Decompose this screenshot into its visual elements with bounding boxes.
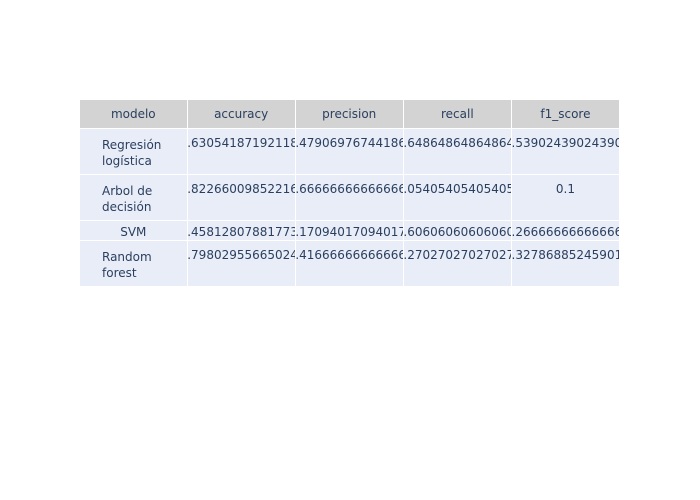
cell-accuracy: 0.7980295566502463 — [187, 240, 296, 287]
column-header-f1-score: f1_score — [511, 100, 620, 129]
cell-value: 0.054054054054054 — [403, 181, 510, 196]
results-table: modelo accuracy precision recall f1_scor… — [80, 100, 620, 287]
table-row: SVM 0.458128078817733 0.170940170940171 … — [80, 220, 620, 241]
cell-precision: 0.170940170940171 — [295, 220, 404, 241]
cell-value: 0.2666666666666666 — [511, 224, 618, 239]
cell-modelo: Random forest — [80, 240, 188, 287]
cell-modelo: Regresión logística — [80, 128, 188, 175]
results-table-container: modelo accuracy precision recall f1_scor… — [80, 100, 620, 287]
cell-f1-score: 0.5390243902439024 — [511, 128, 620, 175]
cell-recall: 0.054054054054054 — [403, 174, 512, 221]
cell-value: 0.3278688524590164 — [511, 247, 618, 262]
cell-value: 0.6666666666666666 — [295, 181, 402, 196]
cell-value: 0.4790697674418605 — [295, 135, 402, 150]
table-row: Arbol de decisión 0.8226600985221675 0.6… — [80, 174, 620, 221]
cell-value: 0.5390243902439024 — [511, 135, 618, 150]
cell-value: 0.8226600985221675 — [187, 181, 294, 196]
table-row: Regresión logística 0.630541871921182 0.… — [80, 128, 620, 175]
cell-recall: 0.6060606060606061 — [403, 220, 512, 241]
cell-recall: 0.6486486486486487 — [403, 128, 512, 175]
cell-f1-score: 0.1 — [511, 174, 620, 221]
cell-value: 0.4166666666666667 — [295, 247, 402, 262]
column-header-accuracy: accuracy — [187, 100, 296, 129]
cell-f1-score: 0.3278688524590164 — [511, 240, 620, 287]
cell-value: 0.630541871921182 — [187, 135, 294, 150]
cell-accuracy: 0.458128078817733 — [187, 220, 296, 241]
cell-value: 0.7980295566502463 — [187, 247, 294, 262]
cell-accuracy: 0.630541871921182 — [187, 128, 296, 175]
cell-modelo: Arbol de decisión — [80, 174, 188, 221]
cell-value: 0.458128078817733 — [187, 224, 294, 239]
column-header-precision: precision — [295, 100, 404, 129]
cell-modelo: SVM — [80, 220, 188, 241]
cell-value: 0.170940170940171 — [295, 224, 402, 239]
cell-precision: 0.4790697674418605 — [295, 128, 404, 175]
cell-value: 0.1 — [555, 181, 575, 196]
cell-precision: 0.4166666666666667 — [295, 240, 404, 287]
cell-f1-score: 0.2666666666666666 — [511, 220, 620, 241]
table-row: Random forest 0.7980295566502463 0.41666… — [80, 240, 620, 287]
column-header-recall: recall — [403, 100, 512, 129]
cell-precision: 0.6666666666666666 — [295, 174, 404, 221]
cell-accuracy: 0.8226600985221675 — [187, 174, 296, 221]
cell-value: 0.6486486486486487 — [403, 135, 510, 150]
cell-value: 0.2702702702702703 — [403, 247, 510, 262]
cell-recall: 0.2702702702702703 — [403, 240, 512, 287]
header-row: modelo accuracy precision recall f1_scor… — [80, 100, 620, 129]
column-header-modelo: modelo — [80, 100, 188, 129]
cell-value: 0.6060606060606061 — [403, 224, 510, 239]
